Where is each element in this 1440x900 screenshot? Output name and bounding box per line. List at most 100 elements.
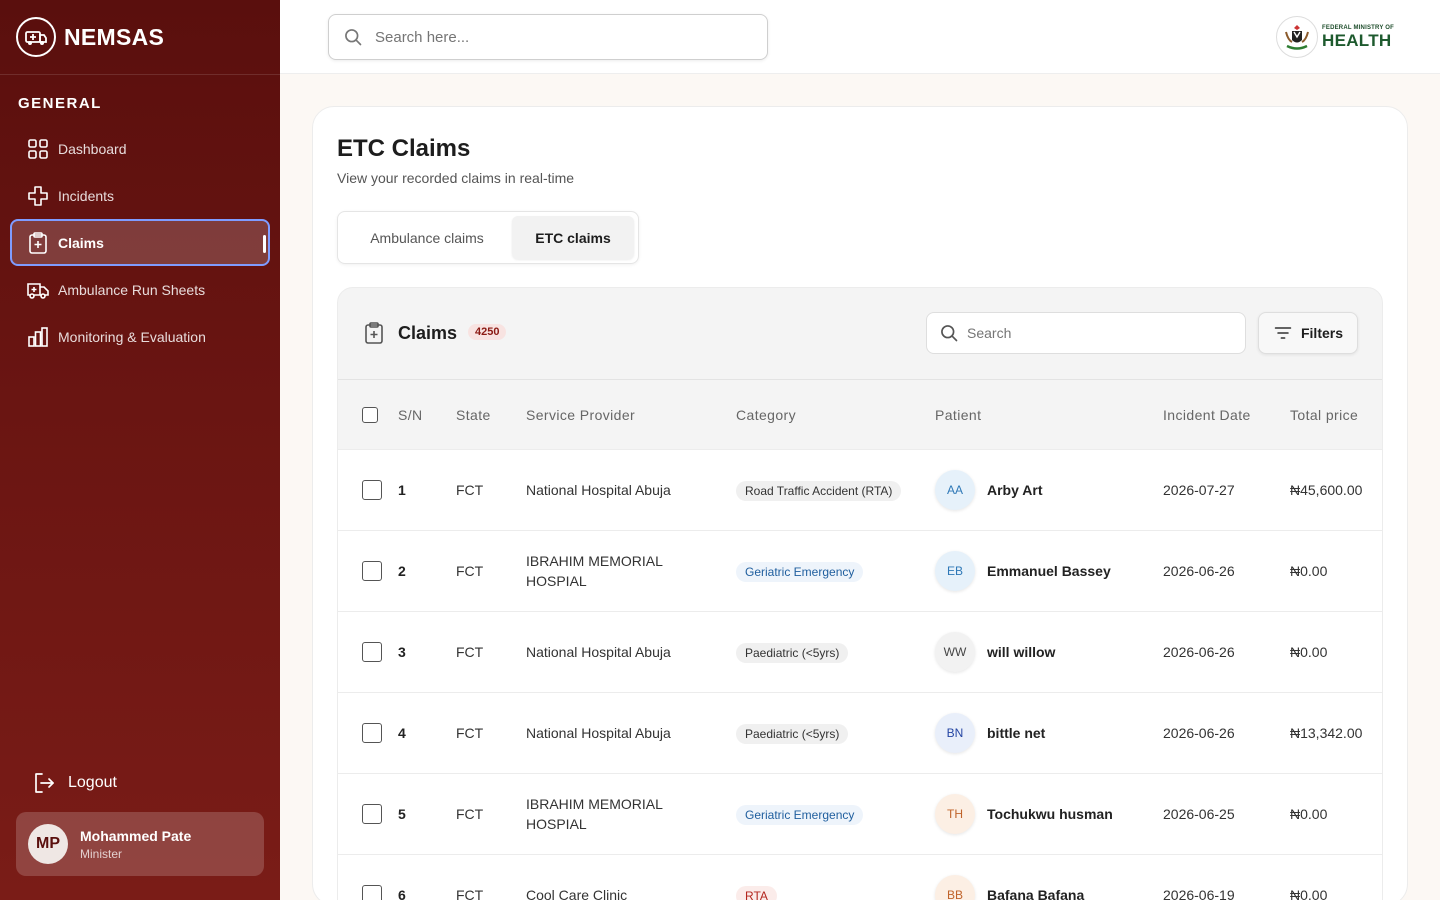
patient-avatar: BB	[935, 875, 975, 900]
sidebar-item-label: Incidents	[58, 187, 115, 204]
column-header-incident-date: Incident Date	[1163, 406, 1251, 423]
cell-patient: TH Tochukwu husman	[935, 794, 1113, 834]
cell-category: Paediatric (<5yrs)	[736, 643, 849, 663]
sidebar-item-label: Monitoring & Evaluation	[58, 328, 206, 345]
cell-incident-date: 2026-06-26	[1163, 725, 1235, 741]
table-row[interactable]: 2 FCT IBRAHIM MEMORIAL HOSPIAL Geriatric Em…	[338, 530, 1382, 611]
table-header: S/N State Service Provider Category Pati…	[338, 379, 1382, 449]
patient-name: Arby Art	[987, 482, 1043, 498]
table-row[interactable]: 1 FCT National Hospital Abuja Road Traffic …	[338, 449, 1382, 530]
sidebar-nav: Dashboard Incidents Claims Ambulance Run…	[10, 125, 270, 360]
cell-incident-date: 2026-06-26	[1163, 563, 1235, 579]
cell-sn: 4	[398, 725, 406, 741]
cell-state: FCT	[456, 482, 484, 498]
global-search[interactable]	[328, 14, 768, 60]
user-name: Mohammed Pate	[80, 827, 192, 844]
cell-service-provider: National Hospital Abuja	[526, 644, 671, 660]
page-subtitle: View your recorded claims in real-time	[337, 170, 575, 186]
claims-search-input[interactable]	[967, 325, 1237, 341]
page-title: ETC Claims	[337, 135, 471, 162]
logout-label: Logout	[68, 774, 117, 791]
category-tag: Geriatric Emergency	[736, 562, 864, 582]
sidebar-item-claims[interactable]: Claims	[10, 219, 270, 266]
patient-name: Bafana Bafana	[987, 887, 1085, 900]
cell-category: Road Traffic Accident (RTA)	[736, 481, 902, 501]
sidebar-item-label: Ambulance Run Sheets	[58, 281, 206, 298]
row-checkbox[interactable]	[362, 723, 382, 743]
user-role: Minister	[80, 846, 123, 861]
sidebar-item-dashboard[interactable]: Dashboard	[10, 125, 270, 172]
cell-state: FCT	[456, 563, 484, 579]
cell-patient: BN bittle net	[935, 713, 1045, 753]
medical-cross-icon	[28, 185, 48, 206]
row-checkbox[interactable]	[362, 480, 382, 500]
cell-incident-date: 2026-07-27	[1163, 482, 1235, 498]
patient-name: Tochukwu husman	[987, 806, 1113, 822]
cell-incident-date: 2026-06-25	[1163, 806, 1235, 822]
category-tag: RTA	[736, 886, 777, 900]
patient-avatar: WW	[935, 632, 975, 672]
table-row[interactable]: 5 FCT IBRAHIM MEMORIAL HOSPIAL Geriatric Em…	[338, 773, 1382, 854]
cell-total-price: ₦13,342.00	[1290, 725, 1363, 741]
tab-ambulance-claims[interactable]: Ambulance claims	[342, 216, 512, 259]
sidebar-item-monitoring-evaluation[interactable]: Monitoring & Evaluation	[10, 313, 270, 360]
sidebar: NEMSAS GENERAL Dashboard Incidents Claim…	[0, 0, 280, 900]
patient-avatar: AA	[935, 470, 975, 510]
cell-patient: EB Emmanuel Bassey	[935, 551, 1111, 591]
claims-tabs: Ambulance claims ETC claims	[337, 211, 639, 264]
ambulance-icon	[27, 282, 49, 299]
table-row[interactable]: 3 FCT National Hospital Abuja Paediatric (<…	[338, 611, 1382, 692]
claims-title: Claims	[398, 323, 458, 343]
claims-search[interactable]	[926, 312, 1246, 354]
sidebar-item-ambulance-run-sheets[interactable]: Ambulance Run Sheets	[10, 266, 270, 313]
row-checkbox[interactable]	[362, 885, 382, 900]
category-tag: Paediatric (<5yrs)	[736, 643, 849, 663]
column-header-category: Category	[736, 406, 797, 423]
cell-total-price: ₦0.00	[1290, 806, 1328, 822]
avatar: MP	[28, 824, 68, 864]
search-icon	[345, 29, 362, 46]
bar-chart-icon	[28, 326, 48, 347]
row-checkbox[interactable]	[362, 561, 382, 581]
cell-incident-date: 2026-06-19	[1163, 887, 1235, 900]
filters-button[interactable]: Filters	[1258, 312, 1358, 354]
patient-avatar: TH	[935, 794, 975, 834]
cell-patient: AA Arby Art	[935, 470, 1043, 510]
cell-service-provider: Cool Care Clinic	[526, 887, 628, 900]
cell-sn: 5	[398, 806, 406, 822]
filters-label: Filters	[1300, 325, 1343, 341]
table-body: 1 FCT National Hospital Abuja Road Traffic …	[338, 449, 1382, 900]
clipboard-plus-icon	[365, 322, 383, 344]
select-all-checkbox[interactable]	[362, 406, 378, 423]
grid-icon	[28, 138, 48, 159]
tab-etc-claims[interactable]: ETC claims	[512, 216, 634, 259]
cell-service-provider: IBRAHIM MEMORIAL HOSPIAL	[526, 796, 663, 832]
cell-sn: 3	[398, 644, 406, 660]
cell-state: FCT	[456, 806, 484, 822]
cell-category: RTA	[736, 886, 777, 900]
cell-total-price: ₦45,600.00	[1290, 482, 1363, 498]
nemsas-logo-icon	[16, 17, 56, 57]
sidebar-item-label: Claims	[58, 234, 104, 251]
cell-service-provider: National Hospital Abuja	[526, 725, 671, 741]
cell-service-provider: National Hospital Abuja	[526, 482, 671, 498]
table-row[interactable]: 4 FCT National Hospital Abuja Paediatric (<…	[338, 692, 1382, 773]
patient-avatar: BN	[935, 713, 975, 753]
cell-category: Geriatric Emergency	[736, 805, 864, 825]
nav-section-label: GENERAL	[18, 95, 102, 112]
cell-total-price: ₦0.00	[1290, 563, 1328, 579]
row-checkbox[interactable]	[362, 804, 382, 824]
cell-incident-date: 2026-06-26	[1163, 644, 1235, 660]
sidebar-item-incidents[interactable]: Incidents	[10, 172, 270, 219]
table-row[interactable]: 6 FCT Cool Care Clinic RTA BB Bafana Bafana 20…	[338, 854, 1382, 900]
cell-state: FCT	[456, 644, 484, 660]
cell-sn: 2	[398, 563, 406, 579]
user-profile-card[interactable]: MP Mohammed Pate Minister	[16, 812, 264, 876]
cell-state: FCT	[456, 887, 484, 900]
row-checkbox[interactable]	[362, 642, 382, 662]
logout-button[interactable]: Logout	[32, 771, 117, 795]
patient-avatar: EB	[935, 551, 975, 591]
global-search-input[interactable]	[375, 28, 755, 46]
main-content: ETC Claims View your recorded claims in …	[312, 106, 1408, 900]
cell-total-price: ₦0.00	[1290, 644, 1328, 660]
